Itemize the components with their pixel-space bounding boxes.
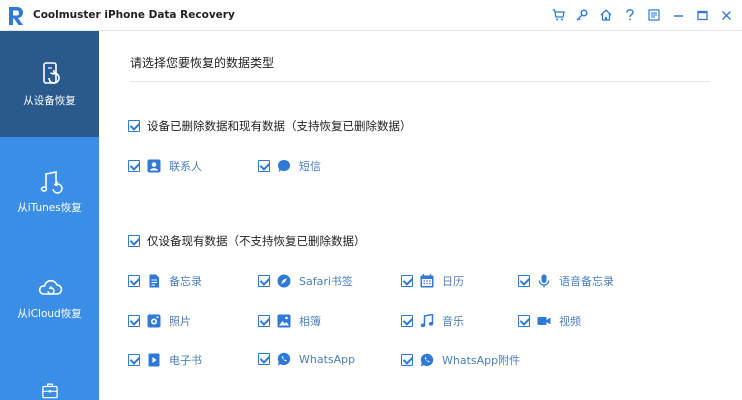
option-checkbox[interactable] <box>518 275 530 287</box>
close-icon[interactable] <box>714 5 738 25</box>
option-label: Safari书签 <box>299 275 353 288</box>
sidebar-item-icloud-recovery[interactable]: 从iCloud恢复 <box>0 257 99 337</box>
calendar-icon <box>420 274 434 288</box>
phone-recover-icon <box>42 61 60 84</box>
option-checkbox[interactable] <box>401 315 413 327</box>
sidebar-item-toolbox[interactable] <box>0 371 99 400</box>
itunes-icon <box>40 170 63 194</box>
option-photos[interactable]: 照片 <box>128 313 191 329</box>
safari-icon <box>277 274 291 288</box>
option-checkbox[interactable] <box>128 315 140 327</box>
video-icon <box>537 314 551 328</box>
option-label: WhatsApp <box>299 352 356 366</box>
option-checkbox[interactable] <box>518 315 530 327</box>
option-label: 短信 <box>299 160 321 173</box>
option-calendar[interactable]: 日历 <box>401 273 464 289</box>
sidebar-item-device-recovery[interactable]: 从设备恢复 <box>0 31 99 137</box>
sidebar-item-label: 从设备恢复 <box>23 94 76 107</box>
option-checkbox[interactable] <box>128 160 140 172</box>
main-panel: 请选择您要恢复的数据类型 设备已删除数据和现有数据（支持恢复已删除数据） 联系人… <box>99 31 742 400</box>
title-bar: Coolmuster iPhone Data Recovery <box>0 0 742 31</box>
section-checkbox[interactable] <box>128 120 140 132</box>
icloud-icon <box>38 279 62 295</box>
option-label: 日历 <box>442 275 464 288</box>
sidebar-item-label: 从iCloud恢复 <box>17 307 82 320</box>
whatsapp-icon <box>277 352 291 366</box>
option-checkbox[interactable] <box>401 354 413 366</box>
option-safari-bookmarks[interactable]: Safari书签 <box>258 273 353 289</box>
option-label: 语音备忘录 <box>559 275 614 288</box>
option-messages[interactable]: 短信 <box>258 158 321 174</box>
option-label: 电子书 <box>169 354 202 367</box>
key-icon[interactable] <box>570 5 594 25</box>
option-contacts[interactable]: 联系人 <box>128 158 202 174</box>
option-label: 视频 <box>559 315 581 328</box>
option-checkbox[interactable] <box>128 354 140 366</box>
app-title: Coolmuster iPhone Data Recovery <box>33 9 235 21</box>
option-whatsapp-attachments[interactable]: WhatsApp附件 <box>401 352 520 368</box>
ebook-icon <box>147 353 161 367</box>
sidebar: 从设备恢复 从iTunes恢复 从iCloud恢复 <box>0 31 99 400</box>
option-label: WhatsApp附件 <box>442 354 521 367</box>
whatsapp-attachment-icon <box>420 353 434 367</box>
divider <box>130 81 710 82</box>
option-voice-memos[interactable]: 语音备忘录 <box>518 273 614 289</box>
cart-icon[interactable] <box>546 5 570 25</box>
home-icon[interactable] <box>594 5 618 25</box>
help-icon[interactable] <box>618 5 642 25</box>
option-notes[interactable]: 备忘录 <box>128 273 202 289</box>
music-icon <box>420 314 434 328</box>
option-label: 联系人 <box>169 160 202 173</box>
maximize-icon[interactable] <box>690 5 714 25</box>
section-checkbox[interactable] <box>128 235 140 247</box>
option-checkbox[interactable] <box>128 275 140 287</box>
camera-icon <box>147 314 161 328</box>
app-logo-icon <box>9 7 23 25</box>
option-label: 备忘录 <box>169 275 202 288</box>
option-checkbox[interactable] <box>258 275 270 287</box>
option-music[interactable]: 音乐 <box>401 313 464 329</box>
section-existing-only[interactable]: 仅设备现有数据（不支持恢复已删除数据） <box>128 233 366 249</box>
option-checkbox[interactable] <box>401 275 413 287</box>
notes-icon <box>147 274 161 288</box>
sidebar-item-itunes-recovery[interactable]: 从iTunes恢复 <box>0 151 99 231</box>
option-label: 照片 <box>169 315 191 328</box>
option-checkbox[interactable] <box>258 353 270 365</box>
sidebar-item-label: 从iTunes恢复 <box>17 201 82 214</box>
feedback-icon[interactable] <box>642 5 666 25</box>
option-label: 音乐 <box>442 315 464 328</box>
toolbox-icon <box>41 383 58 399</box>
section-label: 仅设备现有数据（不支持恢复已删除数据） <box>147 234 366 248</box>
section-deleted-and-existing[interactable]: 设备已删除数据和现有数据（支持恢复已删除数据） <box>128 118 412 134</box>
option-whatsapp[interactable]: WhatsApp <box>258 352 355 366</box>
messages-icon <box>277 159 291 173</box>
album-icon <box>277 314 291 328</box>
microphone-icon <box>537 274 551 288</box>
option-checkbox[interactable] <box>258 315 270 327</box>
option-album[interactable]: 相簿 <box>258 313 321 329</box>
page-title: 请选择您要恢复的数据类型 <box>130 56 275 70</box>
contacts-icon <box>147 159 161 173</box>
minimize-icon[interactable] <box>666 5 690 25</box>
option-checkbox[interactable] <box>258 160 270 172</box>
option-label: 相簿 <box>299 315 321 328</box>
option-video[interactable]: 视频 <box>518 313 581 329</box>
section-label: 设备已删除数据和现有数据（支持恢复已删除数据） <box>147 119 412 133</box>
option-ebooks[interactable]: 电子书 <box>128 352 202 368</box>
